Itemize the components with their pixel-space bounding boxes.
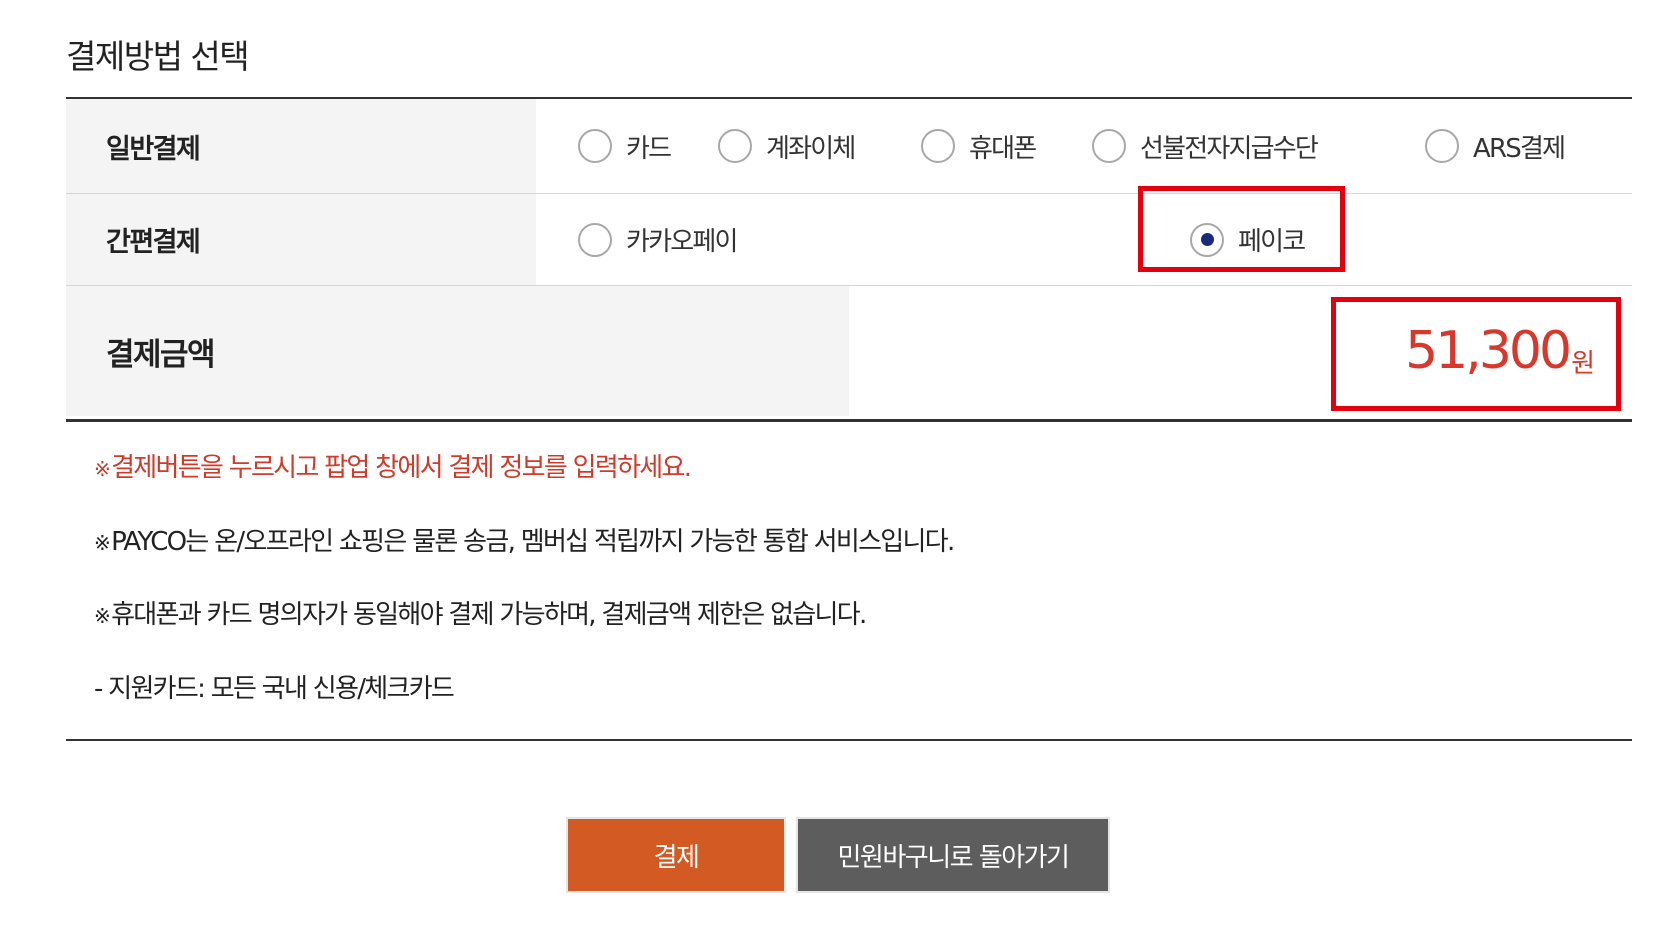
radio-card-label: 카드 — [626, 133, 672, 164]
reference-mark: ※ — [94, 604, 111, 628]
notice-line-2: PAYCO는 온/오프라인 쇼핑은 물론 송금, 멤버십 적립까지 가능한 통합… — [111, 527, 955, 557]
radio-prepaid-label: 선불전자지급수단 — [1140, 133, 1319, 164]
section-divider — [66, 739, 1632, 741]
radio-kakaopay-circle[interactable] — [578, 222, 612, 257]
amount-row: 결제금액 51,300 원 — [66, 286, 1632, 416]
payment-method-page: 결제방법 선택 일반결제 카드 계좌이체 휴대폰 선불전자지급수단 ARS결제 … — [0, 0, 1664, 938]
notice-line-4: - 지원카드: 모든 국내 신용/체크카드 — [94, 674, 455, 704]
amount-unit: 원 — [1571, 348, 1595, 379]
radio-bank-transfer-circle[interactable] — [718, 129, 752, 163]
amount-value: 51,300 — [1405, 321, 1572, 381]
general-payment-header: 일반결제 — [66, 99, 536, 193]
payment-table: 일반결제 카드 계좌이체 휴대폰 선불전자지급수단 ARS결제 간편결제 카카오… — [66, 97, 1632, 422]
pay-button[interactable]: 결제 — [568, 819, 784, 891]
radio-bank-transfer-label: 계좌이체 — [766, 133, 856, 164]
radio-payco-circle[interactable] — [1190, 222, 1224, 257]
radio-card-circle[interactable] — [578, 129, 612, 163]
simple-payment-row: 간편결제 카카오페이 페이코 — [66, 186, 1632, 286]
radio-card[interactable]: 카드 — [578, 99, 672, 193]
simple-payment-header: 간편결제 — [66, 194, 536, 285]
radio-payco[interactable]: 페이코 — [1190, 194, 1306, 285]
notice-payco-info: ※PAYCO는 온/오프라인 쇼핑은 물론 송금, 멤버십 적립까지 가능한 통… — [94, 521, 955, 558]
radio-ars-circle[interactable] — [1425, 129, 1459, 163]
notice-supported-cards: - 지원카드: 모든 국내 신용/체크카드 — [94, 668, 455, 705]
radio-mobile[interactable]: 휴대폰 — [921, 99, 1037, 193]
amount-header: 결제금액 — [66, 286, 849, 416]
back-to-basket-button[interactable]: 민원바구니로 돌아가기 — [798, 819, 1108, 891]
general-payment-row: 일반결제 카드 계좌이체 휴대폰 선불전자지급수단 ARS결제 — [66, 99, 1632, 194]
radio-prepaid-circle[interactable] — [1092, 129, 1126, 163]
radio-ars-label: ARS결제 — [1473, 133, 1566, 164]
radio-kakaopay-label: 카카오페이 — [626, 227, 738, 257]
radio-prepaid[interactable]: 선불전자지급수단 — [1092, 99, 1319, 193]
notice-owner-info: ※휴대폰과 카드 명의자가 동일해야 결제 가능하며, 결제금액 제한은 없습니… — [94, 594, 867, 631]
notice-line-1: 결제버튼을 누르시고 팝업 창에서 결제 정보를 입력하세요. — [111, 453, 692, 483]
reference-mark: ※ — [94, 531, 111, 555]
radio-kakaopay[interactable]: 카카오페이 — [578, 194, 738, 285]
notice-line-3: 휴대폰과 카드 명의자가 동일해야 결제 가능하며, 결제금액 제한은 없습니다… — [111, 600, 867, 630]
radio-mobile-circle[interactable] — [921, 129, 955, 163]
radio-mobile-label: 휴대폰 — [969, 133, 1037, 164]
radio-bank-transfer[interactable]: 계좌이체 — [718, 99, 856, 193]
amount-display: 51,300 원 — [1405, 286, 1595, 416]
notice-popup-instruction: ※결제버튼을 누르시고 팝업 창에서 결제 정보를 입력하세요. — [94, 447, 692, 484]
section-title: 결제방법 선택 — [66, 37, 250, 76]
radio-payco-label: 페이코 — [1238, 227, 1306, 257]
radio-ars[interactable]: ARS결제 — [1425, 99, 1566, 193]
reference-mark: ※ — [94, 457, 111, 481]
